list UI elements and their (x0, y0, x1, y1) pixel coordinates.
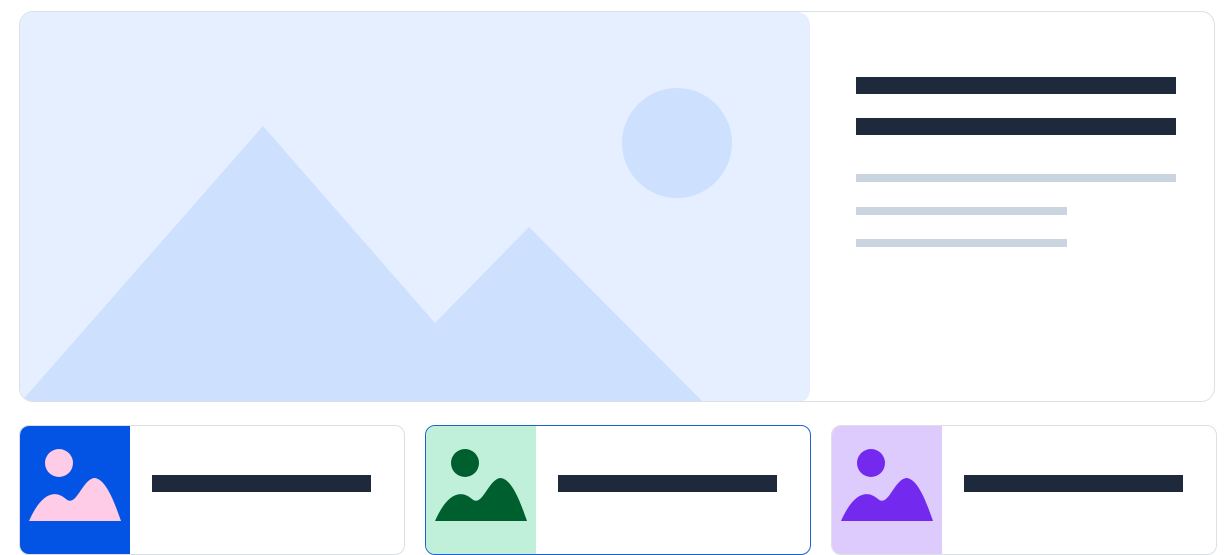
card-item-selected[interactable] (425, 425, 811, 555)
title-skeleton-line (856, 118, 1176, 135)
card-title-skeleton (558, 475, 777, 492)
body-skeleton-line (856, 174, 1176, 182)
card-thumbnail (20, 426, 130, 554)
card-title-skeleton (152, 475, 371, 492)
card-item[interactable] (831, 425, 1217, 555)
card-item[interactable] (19, 425, 405, 555)
title-skeleton-line (856, 77, 1176, 94)
card-title-skeleton (964, 475, 1183, 492)
card-thumbnail (426, 426, 536, 554)
image-placeholder-icon (435, 449, 527, 521)
image-placeholder-icon (841, 449, 933, 521)
body-skeleton-line (856, 207, 1067, 215)
featured-card[interactable] (19, 11, 1215, 402)
image-placeholder-icon (21, 88, 732, 401)
featured-image (20, 12, 810, 401)
image-placeholder-icon (29, 449, 121, 521)
card-thumbnail (832, 426, 942, 554)
body-skeleton-line (856, 239, 1067, 247)
